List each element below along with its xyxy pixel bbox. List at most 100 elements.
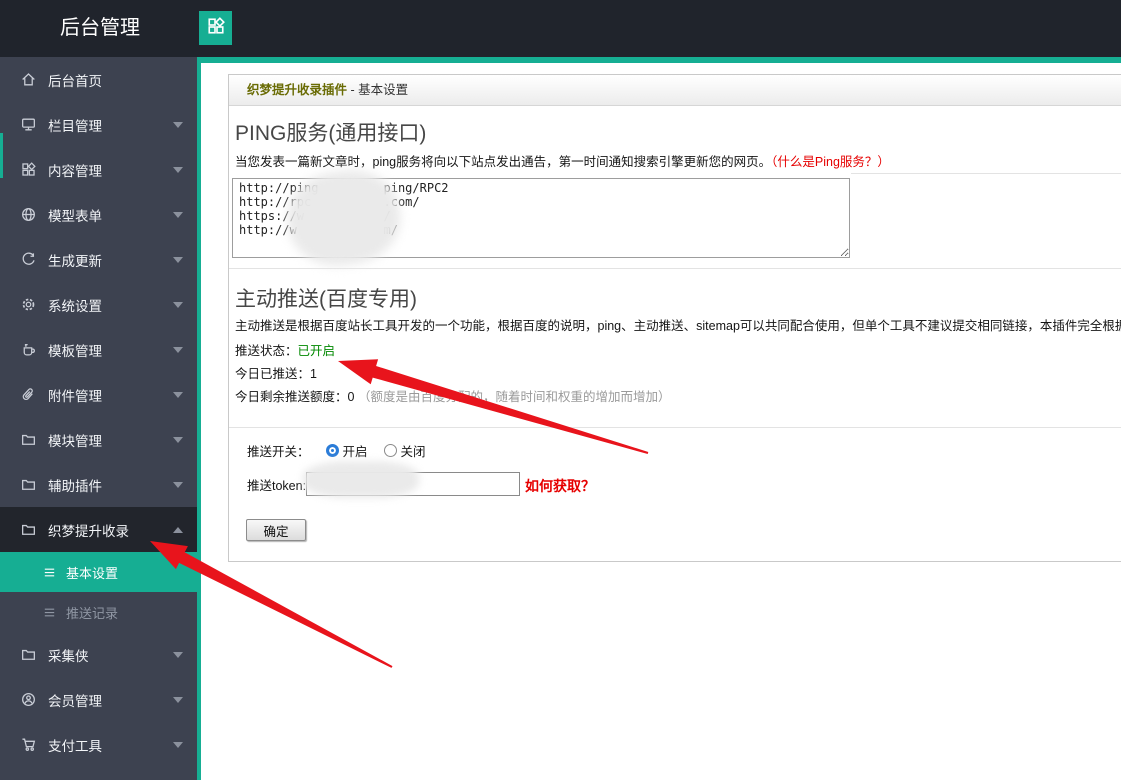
- push-today-line: 今日已推送：1: [235, 363, 317, 382]
- push-status-line: 推送状态：已开启: [235, 340, 335, 359]
- sidebar-item-label: 后台首页: [48, 73, 102, 89]
- panel-header: 织梦提升收录插件 - 基本设置: [229, 75, 1121, 106]
- ping-help-link[interactable]: （什么是Ping服务？）: [771, 155, 890, 169]
- paperclip-icon: [20, 386, 37, 403]
- push-today-value: 1: [310, 367, 317, 381]
- member-icon: [20, 691, 37, 708]
- app-title: 后台管理: [60, 17, 140, 39]
- sidebar-item-attachments[interactable]: 附件管理: [0, 372, 197, 417]
- radio-on[interactable]: [325, 443, 339, 457]
- folder-icon: [20, 476, 37, 493]
- ping-section-title: PING服务(通用接口): [235, 122, 427, 145]
- chevron-down-icon: [173, 301, 183, 308]
- sidebar-item-label: 模板管理: [48, 343, 102, 359]
- sidebar-item-helper-plugins[interactable]: 辅助插件: [0, 462, 197, 507]
- push-section-title: 主动推送(百度专用): [235, 288, 417, 311]
- submit-button[interactable]: 确定: [246, 519, 306, 541]
- push-switch-row: 推送开关： 开启 关闭: [247, 439, 426, 461]
- sidebar-item-label: 采集侠: [48, 648, 89, 664]
- sidebar-item-label: 生成更新: [48, 253, 102, 269]
- modules-launcher-button[interactable]: [199, 11, 232, 45]
- sidebar-item-members[interactable]: 会员管理: [0, 677, 197, 722]
- menu-lines-icon: [42, 565, 57, 580]
- folder-icon: [20, 646, 37, 663]
- push-quota-value: 0: [347, 390, 355, 404]
- chevron-down-icon: [173, 696, 183, 703]
- sidebar-item-label: 内容管理: [48, 163, 102, 179]
- sidebar-item-columns[interactable]: 栏目管理: [0, 102, 197, 147]
- chevron-down-icon: [173, 211, 183, 218]
- sidebar-subitem-basic-settings[interactable]: 基本设置: [0, 552, 201, 592]
- sidebar-item-label: 模型表单: [48, 208, 102, 224]
- token-label: 推送token:: [247, 478, 307, 493]
- sidebar-item-label: 织梦提升收录: [48, 523, 129, 539]
- ping-section-desc: 当您发表一篇新文章时，ping服务将向以下站点发出通告，第一时间通知搜索引擎更新…: [235, 151, 890, 170]
- sidebar-item-zhimeng-boost[interactable]: 织梦提升收录: [0, 507, 197, 552]
- sidebar-item-templates[interactable]: 模板管理: [0, 327, 197, 372]
- chevron-down-icon: [173, 256, 183, 263]
- sidebar-item-label: 辅助插件: [48, 478, 102, 494]
- push-status-value: 已开启: [297, 344, 336, 358]
- globe-icon: [20, 206, 37, 223]
- divider: [229, 268, 1121, 269]
- sidebar-item-label: 支付工具: [48, 738, 102, 754]
- breadcrumb-page-name: 基本设置: [358, 83, 409, 97]
- sidebar-item-content[interactable]: 内容管理: [0, 147, 197, 192]
- chevron-down-icon: [173, 741, 183, 748]
- chevron-down-icon: [173, 651, 183, 658]
- sidebar-item-label: 模块管理: [48, 433, 102, 449]
- chevron-down-icon: [173, 166, 183, 173]
- divider: [851, 173, 1121, 174]
- folder-icon: [20, 431, 37, 448]
- sidebar-item-modules[interactable]: 模块管理: [0, 417, 197, 462]
- radio-on-label[interactable]: 开启: [343, 441, 368, 460]
- censor-blur-token: [303, 461, 419, 498]
- push-quota-line: 今日剩余推送额度：0 （额度是由百度分配的，随着时间和权重的增加而增加）: [235, 386, 670, 405]
- push-switch-label: 推送开关：: [247, 444, 310, 459]
- sidebar-item-system-settings[interactable]: 系统设置: [0, 282, 197, 327]
- radio-off[interactable]: [383, 443, 397, 457]
- sidebar-item-label: 系统设置: [48, 298, 102, 314]
- breadcrumb-separator: -: [347, 83, 359, 97]
- folder-icon: [20, 521, 37, 538]
- sidebar-item-label: 附件管理: [48, 388, 102, 404]
- grid-icon: [206, 16, 226, 41]
- sidebar-item-caijixia[interactable]: 采集侠: [0, 632, 197, 677]
- topbar: 后台管理: [0, 0, 1121, 57]
- chevron-down-icon: [173, 436, 183, 443]
- chevron-down-icon: [173, 391, 183, 398]
- grid-icon: [20, 161, 37, 178]
- sidebar-item-model-forms[interactable]: 模型表单: [0, 192, 197, 237]
- sidebar-item-generate[interactable]: 生成更新: [0, 237, 197, 282]
- chevron-down-icon: [173, 121, 183, 128]
- breadcrumb-plugin-name: 织梦提升收录插件: [247, 83, 348, 97]
- ping-desc-text: 当您发表一篇新文章时，ping服务将向以下站点发出通告，第一时间通知搜索引擎更新…: [235, 155, 772, 169]
- chevron-up-icon: [173, 526, 183, 533]
- sidebar-item-label: 会员管理: [48, 693, 102, 709]
- cart-icon: [20, 736, 37, 753]
- gear-icon: [20, 296, 37, 313]
- token-help-link[interactable]: 如何获取？: [525, 476, 595, 496]
- sidebar-item-home[interactable]: 后台首页: [0, 57, 197, 102]
- sidebar-subitem-label: 推送记录: [66, 605, 119, 621]
- radio-off-label[interactable]: 关闭: [401, 441, 426, 460]
- chevron-down-icon: [173, 481, 183, 488]
- refresh-icon: [20, 251, 37, 268]
- chevron-down-icon: [173, 346, 183, 353]
- push-status-label: 推送状态：: [235, 344, 298, 358]
- sidebar-item-label: 栏目管理: [48, 118, 102, 134]
- token-label-row: 推送token:: [247, 474, 306, 494]
- push-section-desc: 主动推送是根据百度站长工具开发的一个功能，根据百度的说明，ping、主动推送、s…: [235, 319, 1121, 333]
- home-icon: [20, 71, 37, 88]
- monitor-icon: [20, 116, 37, 133]
- sidebar: 后台首页 栏目管理 内容管理 模型表单 生成更新 系统设置 模板管理 附件管理 …: [0, 57, 201, 780]
- menu-lines-icon: [42, 605, 57, 620]
- push-quota-note: （额度是由百度分配的，随着时间和权重的增加而增加）: [357, 390, 671, 404]
- sidebar-item-payment-tools[interactable]: 支付工具: [0, 722, 197, 767]
- sidebar-subitem-label: 基本设置: [66, 565, 119, 581]
- sidebar-subitem-push-records[interactable]: 推送记录: [0, 592, 197, 632]
- push-quota-label: 今日剩余推送额度：: [235, 390, 348, 404]
- divider: [229, 427, 1121, 428]
- cup-icon: [20, 341, 37, 358]
- push-today-label: 今日已推送：: [235, 367, 311, 381]
